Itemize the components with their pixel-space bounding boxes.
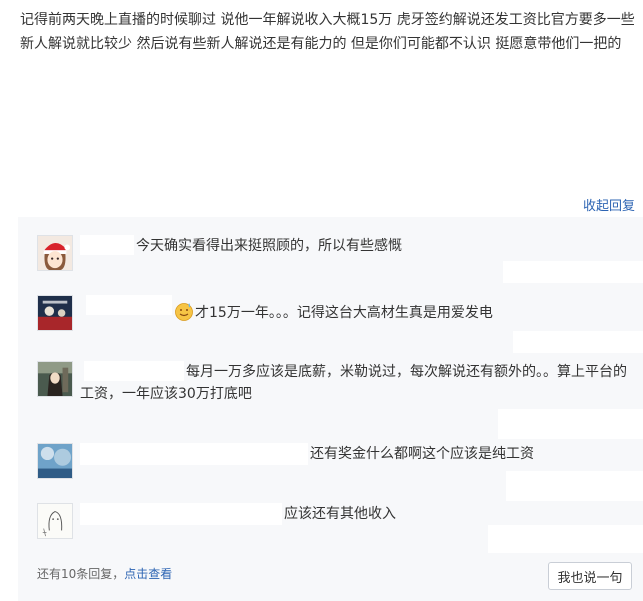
sweat-smile-emoji-icon [175,303,193,321]
blue-sky-avatar[interactable] [37,443,73,479]
reply-text-content: 才15万一年。。。记得这台大高材生真是用爱发电 [195,305,493,321]
reply-item: 今天确实看得出来挺照顾的，所以有些感慨 [18,217,643,283]
reply-count-text: 还有10条回复， [37,567,125,581]
redacted-block [488,525,643,553]
redacted-username [80,503,282,525]
redacted-username [80,235,134,255]
more-replies-note: 还有10条回复，点击查看 [37,565,172,582]
redacted-block [513,331,643,353]
reply-text: 还有奖金什么都啊这个应该是纯工资 [310,446,534,462]
reply-panel: 今天确实看得出来挺照顾的，所以有些感慨 才15万一年。。。记得这台大高材生真是用… [18,217,643,601]
reply-text: 今天确实看得出来挺照顾的，所以有些感慨 [136,238,402,254]
add-reply-button[interactable]: 我也说一句 [548,562,632,590]
reply-item: 每月一万多应该是底薪，米勒说过，每次解说还有额外的。。算上平台的工资，一年应该3… [18,353,643,443]
collapse-bar: 收起回复 [18,190,643,217]
sketch-drawing-avatar[interactable] [37,503,73,539]
view-more-replies-link[interactable]: 点击查看 [124,567,172,581]
post-content: 记得前两天晚上直播的时候聊过 说他一年解说收入大概15万 虎牙签约解说还发工资比… [20,12,635,52]
redacted-block [503,261,643,283]
reply-item: 应该还有其他收入 [18,497,643,559]
redacted-username [86,295,172,315]
reply-item: 还有奖金什么都啊这个应该是纯工资 [18,435,643,501]
dark-poster-avatar[interactable] [37,295,73,331]
anime-character-avatar[interactable] [37,361,73,397]
reply-text: 每月一万多应该是底薪，米勒说过，每次解说还有额外的。。算上平台的工资，一年应该3… [80,364,627,402]
collapse-replies-link[interactable]: 收起回复 [583,195,635,214]
reply-item: 才15万一年。。。记得这台大高材生真是用爱发电 [18,289,643,353]
anime-girl-santa-hat-avatar[interactable] [37,235,73,271]
reply-text: 应该还有其他收入 [284,506,396,522]
reply-text: 才15万一年。。。记得这台大高材生真是用爱发电 [174,301,493,324]
redacted-username [80,443,308,465]
